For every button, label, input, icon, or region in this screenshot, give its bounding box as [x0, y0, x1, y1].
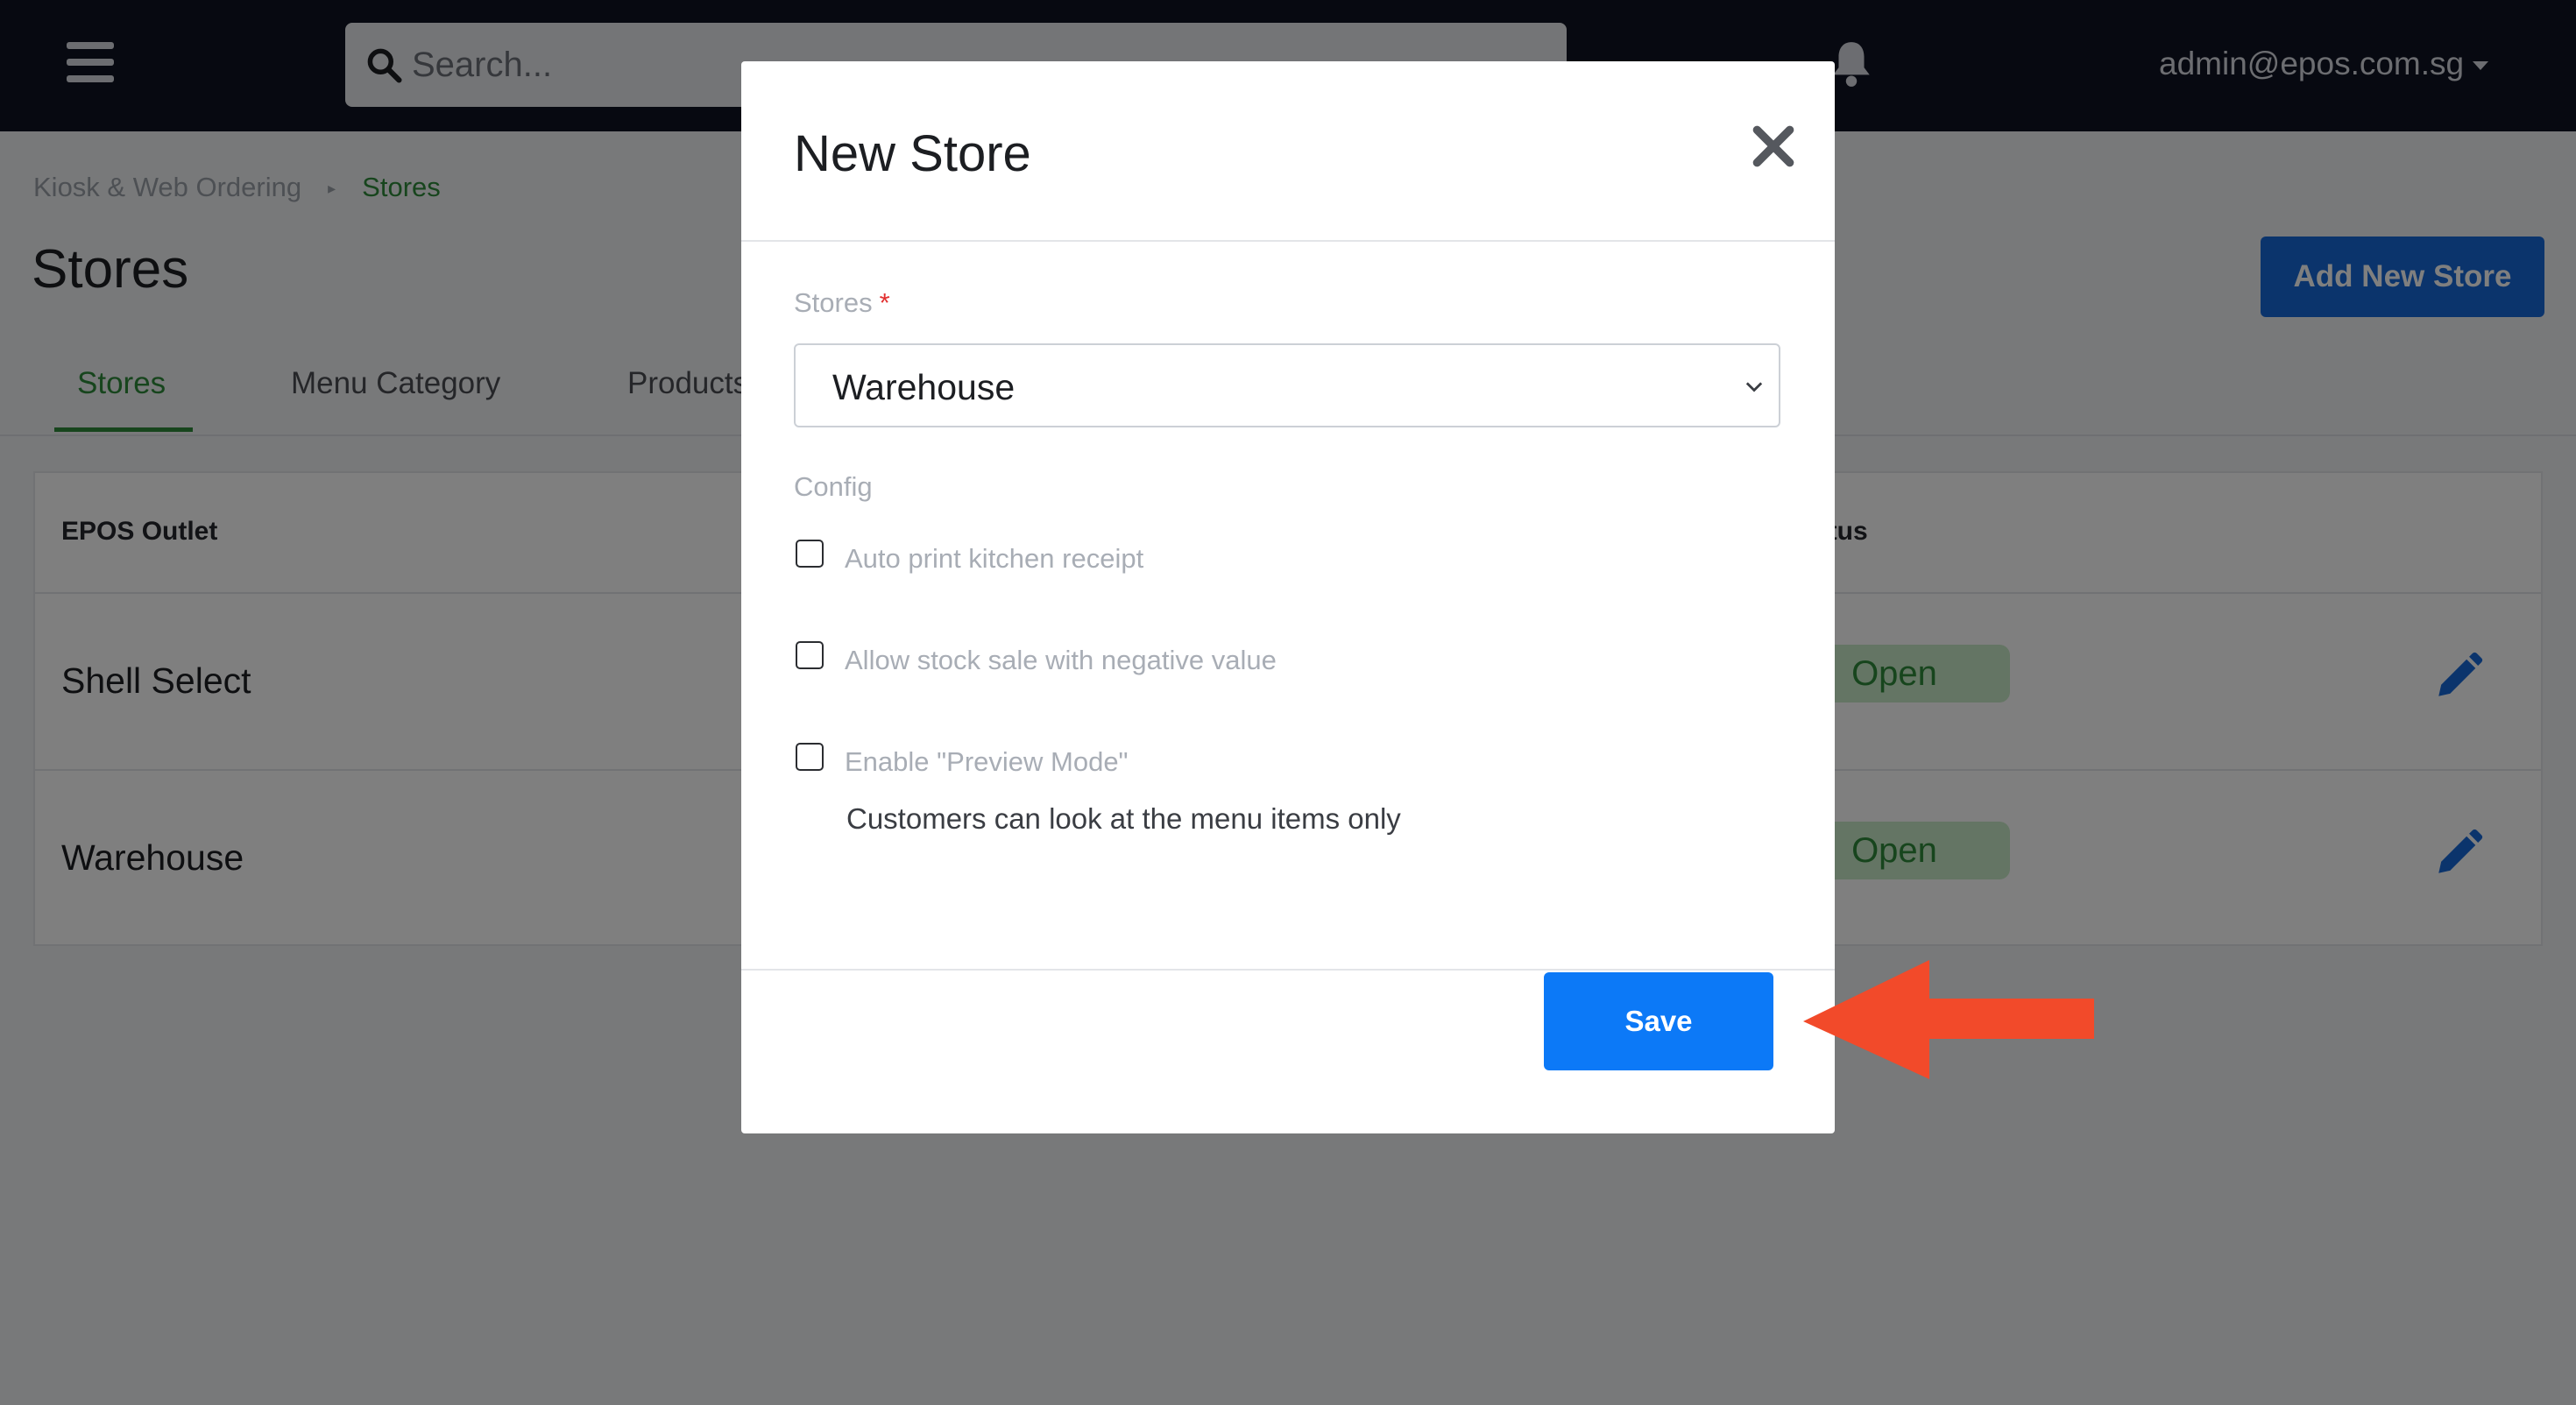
- modal-body: Stores * Warehouse Config Auto print kitc…: [741, 242, 1835, 971]
- stores-select-value: Warehouse: [832, 367, 1016, 407]
- stores-field-label: Stores *: [794, 287, 890, 319]
- preview-mode-checkbox[interactable]: [796, 743, 824, 771]
- negative-stock-checkbox[interactable]: [796, 641, 824, 669]
- modal-header: New Store: [741, 61, 1835, 242]
- new-store-dialog: New Store Stores * Warehouse Config Auto …: [741, 61, 1835, 1133]
- auto-print-label[interactable]: Auto print kitchen receipt: [845, 543, 1143, 575]
- stores-label-text: Stores: [794, 287, 873, 318]
- preview-mode-help-text: Customers can look at the menu items onl…: [846, 802, 1401, 835]
- negative-stock-label[interactable]: Allow stock sale with negative value: [845, 645, 1277, 676]
- arrow-left-annotation: [1803, 960, 2094, 1079]
- preview-mode-label[interactable]: Enable "Preview Mode": [845, 746, 1129, 778]
- auto-print-checkbox[interactable]: [796, 540, 824, 568]
- save-button[interactable]: Save: [1544, 972, 1773, 1070]
- config-label: Config: [794, 471, 873, 502]
- required-marker: *: [879, 287, 890, 318]
- stores-select[interactable]: Warehouse: [794, 343, 1780, 427]
- close-icon: [1752, 125, 1794, 166]
- modal-title: New Store: [794, 125, 1031, 182]
- close-button[interactable]: [1745, 119, 1801, 175]
- chevron-down-icon: [1745, 382, 1763, 392]
